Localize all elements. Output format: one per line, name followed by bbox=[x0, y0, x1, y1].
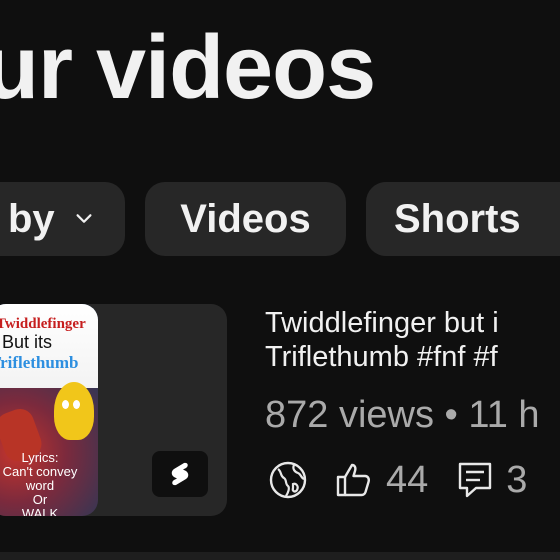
video-thumbnail[interactable]: Twiddlefinger But its Triflethumb Lyrics… bbox=[0, 304, 227, 516]
thumbnail-image: Twiddlefinger But its Triflethumb Lyrics… bbox=[0, 304, 98, 516]
thumbnail-character-face bbox=[54, 382, 94, 440]
video-metadata: 872 views • 11 h bbox=[265, 394, 540, 436]
thumbnail-text-line3: Triflethumb bbox=[0, 353, 79, 372]
thumbnail-lyrics: Lyrics: Can't convey word Or WALK bbox=[2, 450, 78, 517]
shorts-badge bbox=[152, 451, 208, 497]
page-title: ur videos bbox=[0, 18, 376, 118]
video-stats: 44 3 bbox=[268, 455, 555, 505]
comment-count: 3 bbox=[506, 458, 528, 501]
like-count: 44 bbox=[386, 458, 429, 501]
filter-shorts-chip[interactable]: Shorts bbox=[366, 182, 560, 256]
sort-by-dropdown[interactable]: by bbox=[0, 182, 125, 256]
shorts-icon bbox=[171, 462, 189, 486]
globe-icon bbox=[269, 461, 307, 499]
next-item-edge bbox=[0, 552, 560, 560]
sort-by-label: by bbox=[8, 196, 55, 241]
thumbnail-text-line1: Twiddlefinger bbox=[0, 316, 86, 332]
comment-icon[interactable] bbox=[456, 460, 494, 500]
filter-videos-chip[interactable]: Videos bbox=[145, 182, 346, 256]
like-icon[interactable] bbox=[334, 460, 374, 500]
video-title[interactable]: Twiddlefinger but i Triflethumb #fnf #f bbox=[265, 306, 560, 374]
thumbnail-text-line2: But its bbox=[2, 332, 53, 352]
chevron-down-icon bbox=[76, 214, 92, 223]
